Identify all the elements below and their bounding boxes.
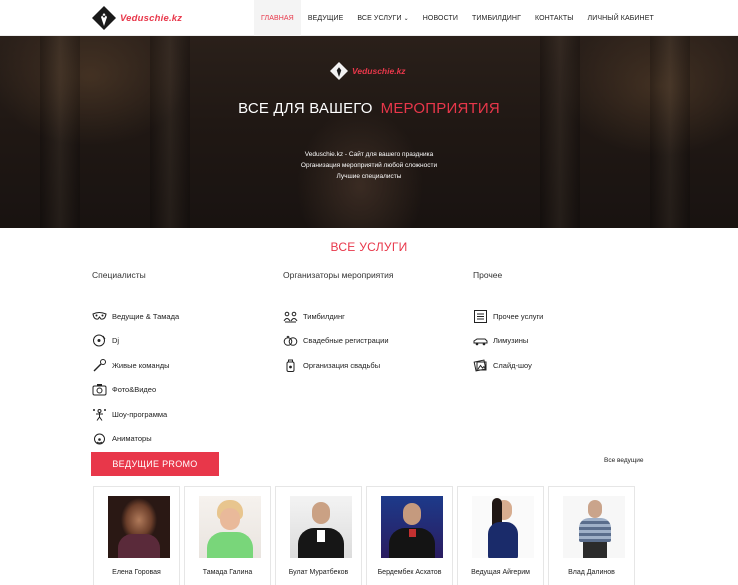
service-item[interactable]: Свадебные регистрации [283, 329, 463, 354]
vinyl-icon [93, 334, 106, 347]
service-item[interactable]: Фото&Видео [92, 378, 272, 403]
column-title: Организаторы мероприятия [283, 270, 394, 280]
column-title: Прочее [473, 270, 503, 280]
host-photo [290, 496, 352, 558]
service-label: Ведущие & Тамада [112, 311, 180, 321]
service-label: Организация свадьбы [303, 360, 381, 370]
service-item[interactable]: Тимбилдинг [283, 304, 463, 329]
logo-icon [92, 6, 116, 30]
host-card[interactable]: Влад Далинов [548, 486, 635, 585]
hero-line: Лучшие специалисты [336, 173, 402, 180]
host-card[interactable]: Ведущая Айгерим [457, 486, 544, 585]
host-photo [563, 496, 625, 558]
service-label: Фото&Видео [112, 385, 157, 395]
service-item[interactable]: Аниматоры [92, 427, 272, 452]
nav-contacts[interactable]: КОНТАКТЫ [528, 0, 581, 36]
services-column-specialists: Специалисты Ведущие & Тамада Dj Живые ко… [92, 270, 272, 451]
service-label: Прочее услуги [493, 311, 544, 321]
limousine-icon [473, 338, 488, 346]
nav-home[interactable]: ГЛАВНАЯ [254, 0, 301, 36]
services-column-organizers: Организаторы мероприятия Тимбилдинг Свад… [283, 270, 463, 378]
host-name: Влад Далинов [568, 569, 615, 576]
microphone-icon [93, 358, 106, 372]
hero-title-main: ВСЕ ДЛЯ ВАШЕГО [238, 100, 373, 117]
service-label: Шоу-программа [112, 409, 168, 419]
host-card[interactable]: Бердембек Асхатов [366, 486, 453, 585]
host-card[interactable]: Тамада Галина [184, 486, 271, 585]
service-item[interactable]: Прочее услуги [473, 304, 653, 329]
service-label: Лимузины [493, 336, 529, 346]
hero-banner: Veduschie.kz ВСЕ ДЛЯ ВАШЕГО МЕРОПРИЯТИЯ V… [0, 36, 738, 228]
site-header: Veduschie.kz ГЛАВНАЯ ВЕДУЩИЕ ВСЕ УСЛУГИ ⌄… [0, 0, 738, 36]
promo-cards: Елена Горовая Тамада Галина Булат Муратб… [93, 486, 635, 585]
promo-hosts-button[interactable]: ВЕДУЩИЕ PROMO [91, 452, 219, 476]
hero-logo: Veduschie.kz [330, 62, 406, 80]
host-photo [472, 496, 534, 558]
hero-logo-text: Veduschie.kz [352, 66, 406, 76]
logo-text: Veduschie.kz [120, 12, 183, 24]
nav-all-services[interactable]: ВСЕ УСЛУГИ ⌄ [350, 0, 415, 36]
main-nav: ГЛАВНАЯ ВЕДУЩИЕ ВСЕ УСЛУГИ ⌄ НОВОСТИ ТИМБ… [254, 0, 661, 36]
host-name: Ведущая Айгерим [471, 569, 530, 576]
services-title: ВСЕ УСЛУГИ [330, 240, 408, 254]
host-card[interactable]: Елена Горовая [93, 486, 180, 585]
hero-subtitle: Veduschie.kz - Сайт для вашего праздника… [0, 149, 738, 182]
hero-line: Организация мероприятий любой сложности [300, 162, 438, 169]
service-item[interactable]: Шоу-программа [92, 402, 272, 427]
service-item[interactable]: Организация свадьбы [283, 353, 463, 378]
service-label: Dj [112, 336, 120, 346]
hero-title-accent: МЕРОПРИЯТИЯ [380, 100, 500, 117]
service-item[interactable]: Лимузины [473, 329, 653, 354]
services-column-other: Прочее Прочее услуги Лимузины Слайд-шоу [473, 270, 653, 378]
service-label: Аниматоры [112, 434, 152, 444]
nav-all-services-label: ВСЕ УСЛУГИ [357, 14, 402, 22]
service-label: Свадебные регистрации [303, 336, 389, 346]
hero-title: ВСЕ ДЛЯ ВАШЕГО МЕРОПРИЯТИЯ [0, 100, 738, 117]
juggler-icon [93, 408, 106, 421]
host-card[interactable]: Булат Муратбеков [275, 486, 362, 585]
clown-icon [94, 433, 105, 445]
logo-icon [330, 62, 348, 80]
service-item[interactable]: Слайд-шоу [473, 353, 653, 378]
service-label: Слайд-шоу [493, 360, 532, 370]
bottle-icon [286, 359, 295, 372]
host-photo [381, 496, 443, 558]
site-logo[interactable]: Veduschie.kz [92, 6, 182, 30]
host-name: Бердембек Асхатов [377, 569, 442, 576]
host-name: Тамада Галина [202, 569, 253, 576]
service-item[interactable]: Ведущие & Тамада [92, 304, 272, 329]
nav-teambuilding[interactable]: ТИМБИЛДИНГ [465, 0, 528, 36]
list-icon [474, 309, 487, 323]
hero-line: Veduschie.kz - Сайт для вашего праздника [304, 151, 434, 158]
host-name: Булат Муратбеков [288, 569, 349, 576]
host-name: Елена Горовая [112, 569, 161, 576]
mask-icon [92, 311, 107, 320]
service-item[interactable]: Живые команды [92, 353, 272, 378]
host-photo [199, 496, 261, 558]
column-title: Специалисты [92, 270, 146, 280]
nav-hosts[interactable]: ВЕДУЩИЕ [301, 0, 351, 36]
chevron-down-icon: ⌄ [403, 15, 409, 22]
rings-icon [283, 335, 298, 347]
service-label: Тимбилдинг [303, 311, 345, 321]
service-item[interactable]: Dj [92, 329, 272, 354]
slides-icon [473, 359, 487, 372]
all-hosts-link[interactable]: Все ведущие [604, 457, 644, 464]
camera-icon [92, 384, 107, 396]
host-photo [108, 496, 170, 558]
service-label: Живые команды [112, 360, 170, 370]
team-icon [283, 311, 298, 323]
nav-account[interactable]: ЛИЧНЫЙ КАБИНЕТ [581, 0, 661, 36]
nav-news[interactable]: НОВОСТИ [416, 0, 465, 36]
